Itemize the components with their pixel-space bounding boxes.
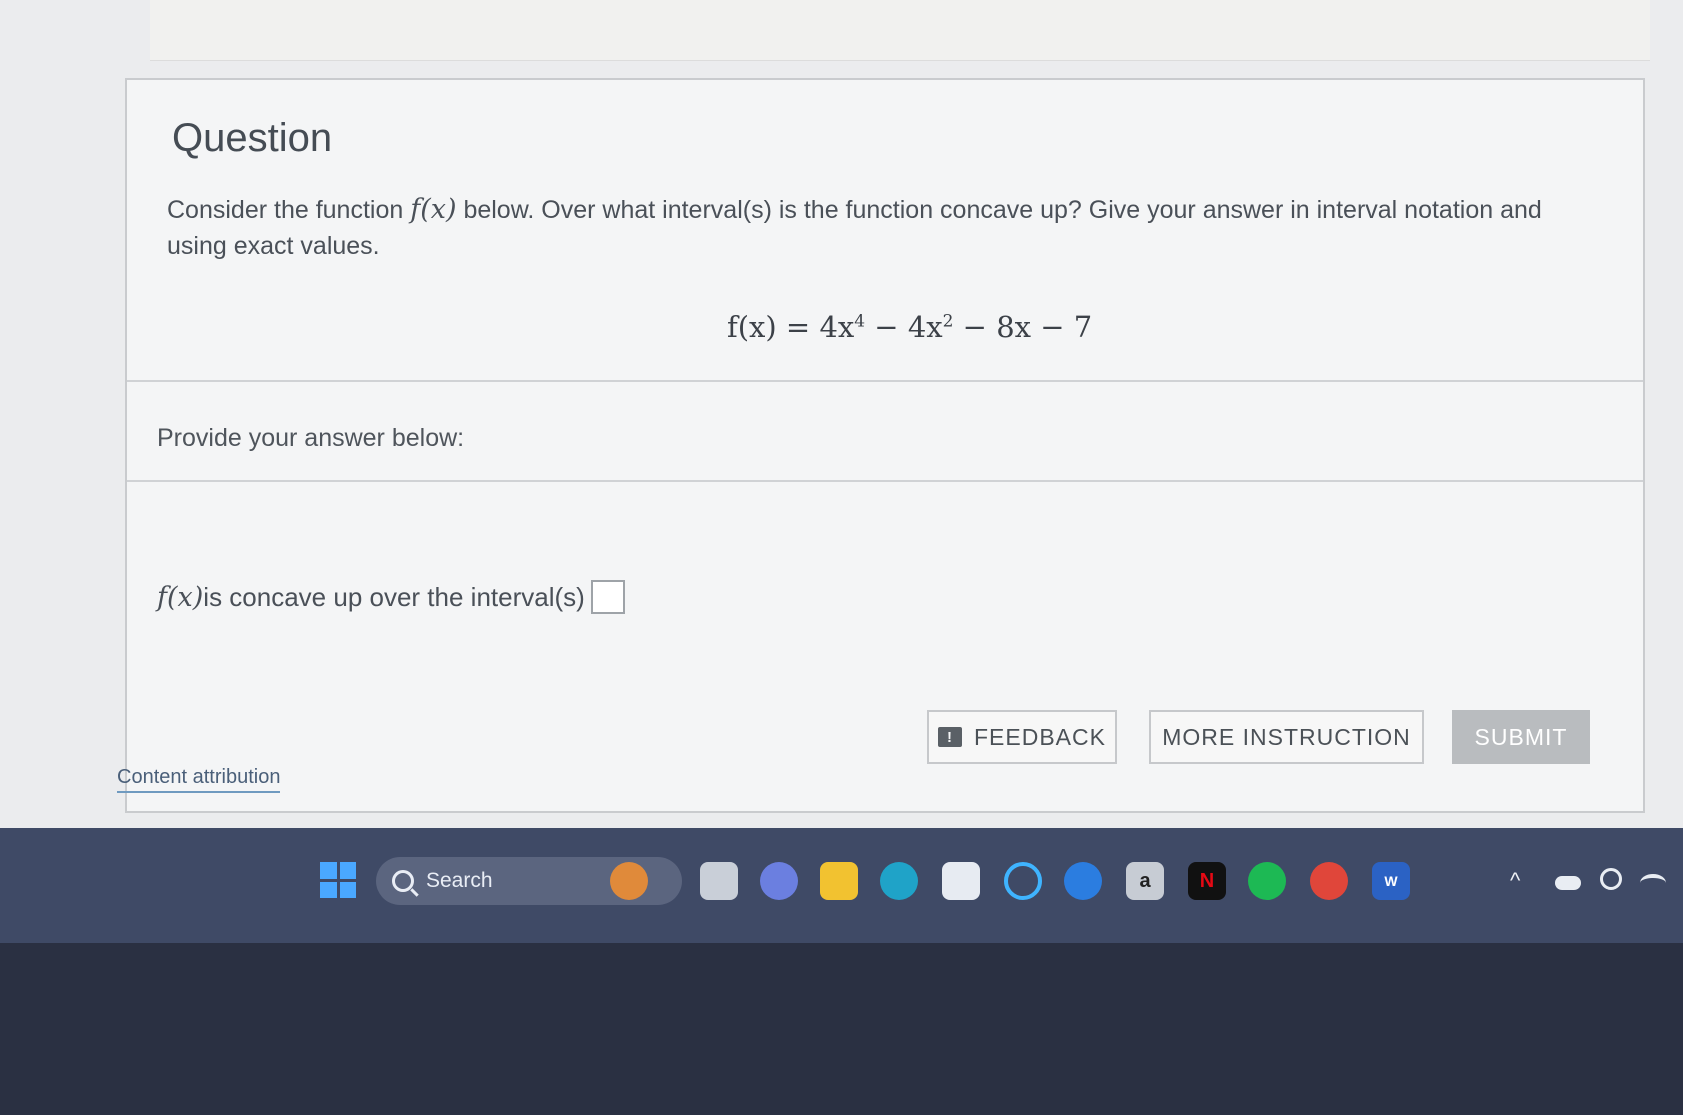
- edge-browser-icon[interactable]: [880, 862, 918, 900]
- feedback-button[interactable]: ! FEEDBACK: [927, 710, 1117, 764]
- equation-mid: − 4x: [865, 310, 943, 344]
- interval-answer-input[interactable]: [590, 580, 625, 614]
- chat-icon[interactable]: [760, 862, 798, 900]
- question-card: Question Consider the function f(x) belo…: [125, 78, 1645, 813]
- chrome-icon[interactable]: [1310, 862, 1348, 900]
- task-view-icon[interactable]: [700, 862, 738, 900]
- cortana-icon[interactable]: [1004, 862, 1042, 900]
- onedrive-icon[interactable]: [1555, 876, 1581, 890]
- page-top-strip: [150, 0, 1650, 61]
- spotify-icon[interactable]: [1248, 862, 1286, 900]
- windows-taskbar: Search a N W ^: [0, 828, 1683, 943]
- equation-exponent-2: 2: [942, 311, 954, 332]
- amazon-icon[interactable]: a: [1126, 862, 1164, 900]
- browser-viewport: Question Consider the function f(x) belo…: [0, 0, 1683, 828]
- answer-label: is concave up over the interval(s): [203, 581, 585, 612]
- question-text: Consider the function f(x) below. Over w…: [167, 192, 1607, 264]
- netflix-icon[interactable]: N: [1188, 862, 1226, 900]
- equation-exponent-4: 4: [854, 311, 866, 332]
- search-icon: [392, 870, 414, 892]
- sync-icon[interactable]: [1600, 868, 1622, 890]
- windows-start-icon[interactable]: [320, 862, 356, 898]
- file-explorer-icon[interactable]: [820, 862, 858, 900]
- store-icon[interactable]: [942, 862, 980, 900]
- word-icon[interactable]: W: [1372, 862, 1410, 900]
- submit-button[interactable]: SUBMIT: [1452, 710, 1590, 764]
- taskbar-search-label: Search: [426, 869, 493, 892]
- question-title: Question: [172, 116, 333, 160]
- wifi-icon[interactable]: [1640, 874, 1666, 892]
- section-divider: [127, 480, 1643, 482]
- monitor-bezel: [0, 943, 1683, 1115]
- more-instruction-button[interactable]: MORE INSTRUCTION: [1149, 710, 1424, 764]
- equation-rhs: − 8x − 7: [953, 310, 1093, 344]
- question-text-before: Consider the function: [167, 196, 411, 224]
- section-divider: [127, 380, 1643, 382]
- feedback-button-label: FEEDBACK: [974, 723, 1106, 750]
- content-attribution-link[interactable]: Content attribution: [117, 766, 281, 793]
- copilot-icon[interactable]: [1064, 862, 1102, 900]
- answer-row: f(x) is concave up over the interval(s): [157, 580, 625, 614]
- equation-lhs: f(x) = 4x: [727, 310, 855, 344]
- feedback-icon: !: [938, 727, 962, 747]
- answer-function-symbol: f(x): [157, 581, 204, 613]
- tray-chevron-icon[interactable]: ^: [1510, 868, 1520, 894]
- provide-answer-label: Provide your answer below:: [157, 424, 465, 452]
- function-equation: f(x) = 4x4 − 4x2 − 8x − 7: [727, 310, 1092, 344]
- widgets-icon[interactable]: [610, 862, 648, 900]
- function-symbol: f(x): [410, 194, 457, 225]
